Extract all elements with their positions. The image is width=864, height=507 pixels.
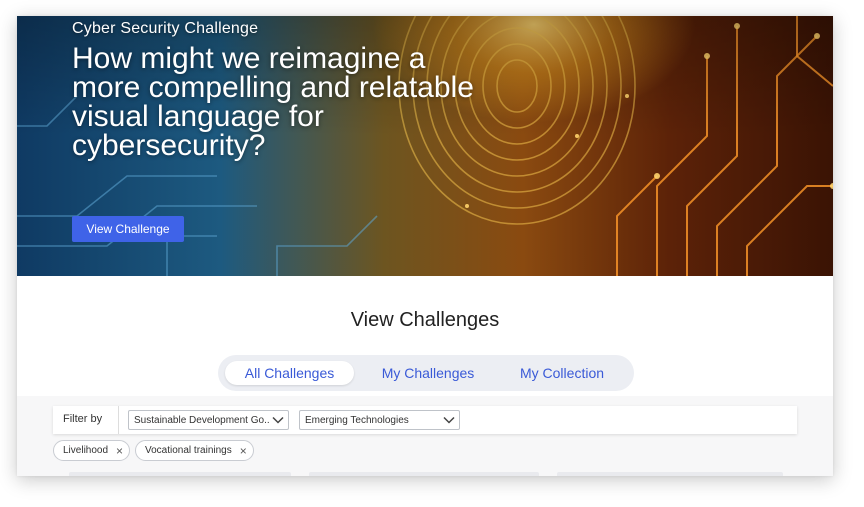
view-challenge-button[interactable]: View Challenge — [72, 216, 184, 242]
chip-label: Livelihood — [63, 445, 109, 456]
sdg-select[interactable]: Sustainable Development Go... — [128, 410, 289, 430]
hero-title: How might we reimagine a more compelling… — [72, 42, 474, 162]
challenge-tabs: All Challenges My Challenges My Collecti… — [218, 355, 634, 391]
challenge-page: Cyber Security Challenge How might we re… — [17, 16, 833, 476]
close-icon[interactable]: × — [240, 445, 247, 457]
challenge-card — [557, 472, 783, 476]
chevron-down-icon — [443, 416, 455, 424]
tab-all-challenges[interactable]: All Challenges — [225, 361, 354, 385]
tab-my-collection[interactable]: My Collection — [503, 361, 621, 385]
section-title: View Challenges — [350, 309, 500, 331]
technology-select-value: Emerging Technologies — [305, 414, 409, 426]
tab-my-challenges[interactable]: My Challenges — [367, 361, 489, 385]
sdg-select-value: Sustainable Development Go... — [134, 414, 270, 426]
hero-banner: Cyber Security Challenge How might we re… — [17, 16, 833, 276]
challenge-card — [309, 472, 539, 476]
divider — [118, 406, 119, 434]
technology-select[interactable]: Emerging Technologies — [299, 410, 460, 430]
challenge-category: Cyber Security Challenge — [72, 20, 259, 37]
filter-chip-livelihood: Livelihood × — [53, 440, 131, 461]
challenge-card — [69, 472, 291, 476]
close-icon[interactable]: × — [116, 445, 123, 457]
chevron-down-icon — [272, 416, 284, 424]
filter-label: Filter by — [63, 413, 103, 425]
chip-label: Vocational trainings — [145, 445, 232, 456]
filter-bar: Filter by Sustainable Development Go... … — [53, 406, 797, 434]
filter-chip-vocational-trainings: Vocational trainings × — [135, 440, 254, 461]
